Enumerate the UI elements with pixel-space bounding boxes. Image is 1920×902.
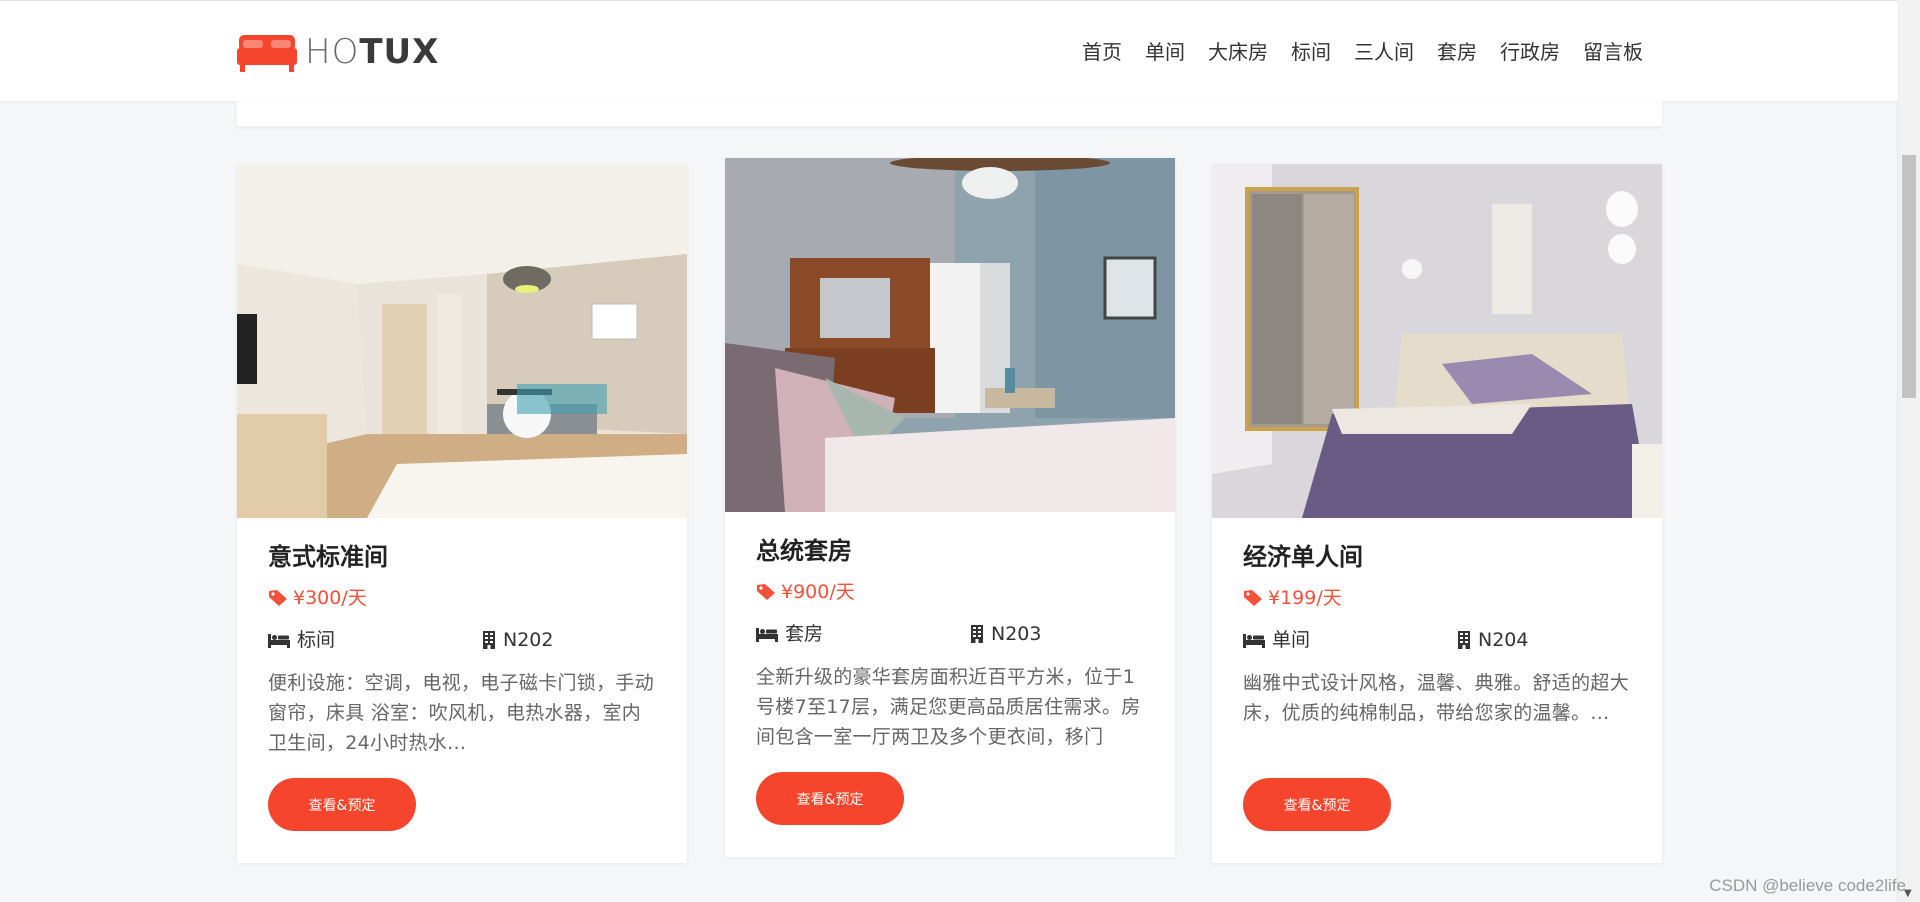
room-photo-image	[725, 158, 1175, 512]
room-price-value: ¥300/天	[293, 587, 367, 609]
room-type: 套房	[756, 622, 970, 646]
building-icon	[971, 625, 983, 643]
room-description: 便利设施：空调，电视，电子磁卡门锁，手动窗帘，床具 浴室：吹风机，电热水器，室内…	[268, 672, 655, 754]
room-meta: 标间 N202	[268, 628, 656, 652]
bed-icon	[756, 628, 778, 642]
room-number-value: N204	[1478, 629, 1529, 651]
main-nav: 首页 单间 大床房 标间 三人间 套房 行政房 留言板	[1059, 37, 1643, 67]
room-photo[interactable]	[237, 164, 687, 518]
tag-icon	[757, 584, 775, 600]
room-type: 单间	[1243, 628, 1457, 652]
room-meta: 套房 N203	[756, 622, 1144, 646]
logo-text-bold: TUX	[359, 32, 440, 72]
logo[interactable]: HOTUX	[237, 31, 439, 73]
room-title[interactable]: 经济单人间	[1243, 540, 1631, 574]
room-number-value: N203	[991, 623, 1042, 645]
nav-item-executive[interactable]: 行政房	[1500, 37, 1560, 67]
room-meta: 单间 N204	[1243, 628, 1631, 652]
view-book-button[interactable]: 查看&预定	[1243, 778, 1391, 831]
room-price: ¥300/天	[268, 586, 656, 610]
bed-icon	[1243, 634, 1265, 648]
logo-text-thin: HO	[305, 32, 360, 72]
room-type-value: 标间	[297, 629, 336, 651]
room-number-value: N202	[503, 629, 554, 651]
site-header: HOTUX 首页 单间 大床房 标间 三人间 套房 行政房 留言板	[0, 0, 1898, 101]
room-type-value: 单间	[1272, 629, 1311, 651]
room-number: N202	[482, 628, 553, 652]
room-photo-image	[237, 164, 687, 518]
room-title[interactable]: 总统套房	[756, 534, 1144, 568]
bed-icon	[268, 634, 290, 648]
bed-logo-icon	[237, 35, 297, 72]
room-price: ¥199/天	[1243, 586, 1631, 610]
room-card: 总统套房 ¥900/天 套房 N203 全新升级的豪华套房面积近百平方米，位于1…	[725, 158, 1175, 857]
room-card: 意式标准间 ¥300/天 标间 N202 便利设施：空调，电视，电子磁卡门锁，手…	[237, 164, 687, 863]
room-price-value: ¥900/天	[781, 581, 855, 603]
room-type-value: 套房	[785, 623, 824, 645]
vertical-scrollbar[interactable]: ▼	[1897, 0, 1920, 902]
room-photo[interactable]	[1212, 164, 1662, 518]
nav-item-guestbook[interactable]: 留言板	[1583, 37, 1643, 67]
room-description: 全新升级的豪华套房面积近百平方米，位于1号楼7至17层，满足您更高品质居住需求。…	[756, 666, 1141, 748]
watermark: CSDN @believe code2life	[1709, 876, 1906, 895]
tag-icon	[1244, 590, 1262, 606]
building-icon	[1458, 631, 1470, 649]
room-price: ¥900/天	[756, 580, 1144, 604]
nav-item-king[interactable]: 大床房	[1208, 37, 1268, 67]
previous-section-edge	[237, 100, 1662, 126]
room-card: 经济单人间 ¥199/天 单间 N204 幽雅中式设计风格，温馨、典雅。舒适的超…	[1212, 164, 1662, 863]
room-number: N204	[1457, 628, 1528, 652]
room-type: 标间	[268, 628, 482, 652]
view-book-button[interactable]: 查看&预定	[268, 778, 416, 831]
logo-text: HOTUX	[305, 31, 439, 73]
room-photo[interactable]	[725, 158, 1175, 512]
building-icon	[483, 631, 495, 649]
room-price-value: ¥199/天	[1268, 587, 1342, 609]
nav-item-suite[interactable]: 套房	[1437, 37, 1477, 67]
room-number: N203	[970, 622, 1041, 646]
room-title[interactable]: 意式标准间	[268, 540, 656, 574]
scrollbar-thumb[interactable]	[1902, 155, 1916, 398]
nav-item-home[interactable]: 首页	[1082, 37, 1122, 67]
room-photo-image	[1212, 164, 1662, 518]
tag-icon	[269, 590, 287, 606]
nav-item-single[interactable]: 单间	[1145, 37, 1185, 67]
room-description: 幽雅中式设计风格，温馨、典雅。舒适的超大床，优质的纯棉制品，带给您家的温馨。..…	[1243, 672, 1630, 724]
nav-item-triple[interactable]: 三人间	[1354, 37, 1414, 67]
view-book-button[interactable]: 查看&预定	[756, 772, 904, 825]
nav-item-standard[interactable]: 标间	[1291, 37, 1331, 67]
